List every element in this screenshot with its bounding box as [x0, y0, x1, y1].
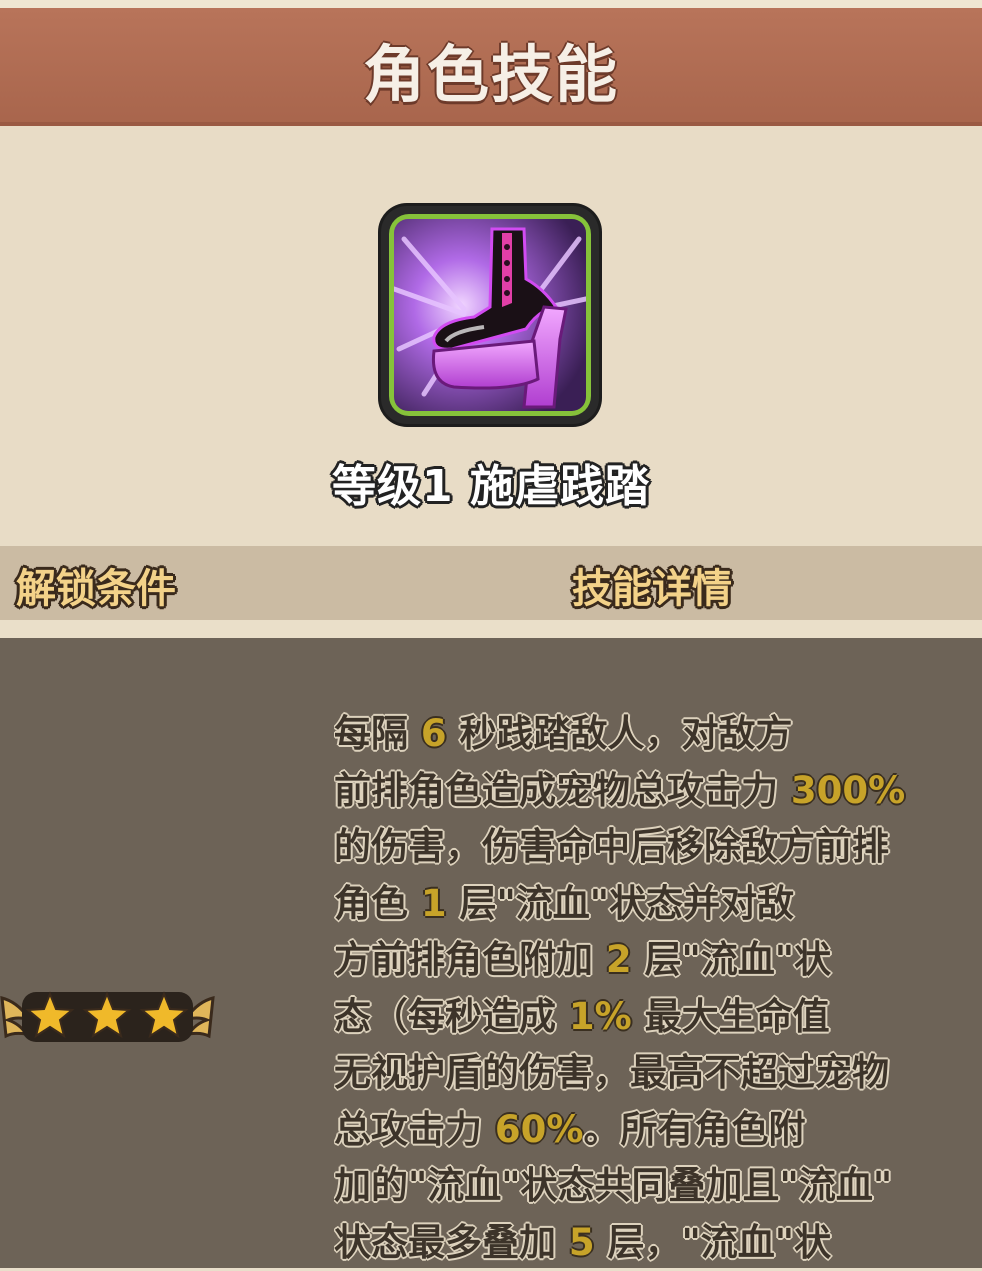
- high-heel-boot-icon: [394, 219, 586, 411]
- description-line: 角色 1 层"流血"状态并对敌: [334, 876, 982, 933]
- divider: [0, 620, 982, 638]
- description-line: 每隔 6 秒践踏敌人，对敌方: [334, 706, 982, 763]
- skill-icon-button[interactable]: [381, 206, 599, 424]
- description-line: 态（每秒造成 1% 最大生命值: [334, 989, 982, 1046]
- skill-description: 每隔 6 秒践踏敌人，对敌方 前排角色造成宠物总攻击力 300% 的伤害，伤害命…: [334, 706, 982, 1271]
- description-line: 方前排角色附加 2 层"流血"状: [334, 932, 982, 989]
- top-border: [0, 0, 982, 8]
- description-line: 的伤害，伤害命中后移除敌方前排: [334, 819, 982, 876]
- skill-icon-frame-inner: [389, 214, 591, 416]
- description-line: 前排角色造成宠物总攻击力 300%: [334, 763, 982, 820]
- description-line: 无视护盾的伤害，最高不超过宠物: [334, 1045, 982, 1102]
- winged-stars-icon: [0, 980, 215, 1050]
- skill-name: 等级1 施虐践踏: [0, 450, 982, 514]
- description-line: 加的"流血"状态共同叠加且"流血": [334, 1158, 982, 1215]
- unlock-conditions-label: 解锁条件: [16, 556, 176, 614]
- skill-details-label: 技能详情: [572, 556, 732, 614]
- page-title: 角色技能: [363, 24, 619, 114]
- description-line: 状态最多叠加 5 层，"流血"状: [334, 1215, 982, 1271]
- title-bar: 角色技能: [0, 8, 982, 126]
- description-line: 总攻击力 60%。所有角色附: [334, 1102, 982, 1159]
